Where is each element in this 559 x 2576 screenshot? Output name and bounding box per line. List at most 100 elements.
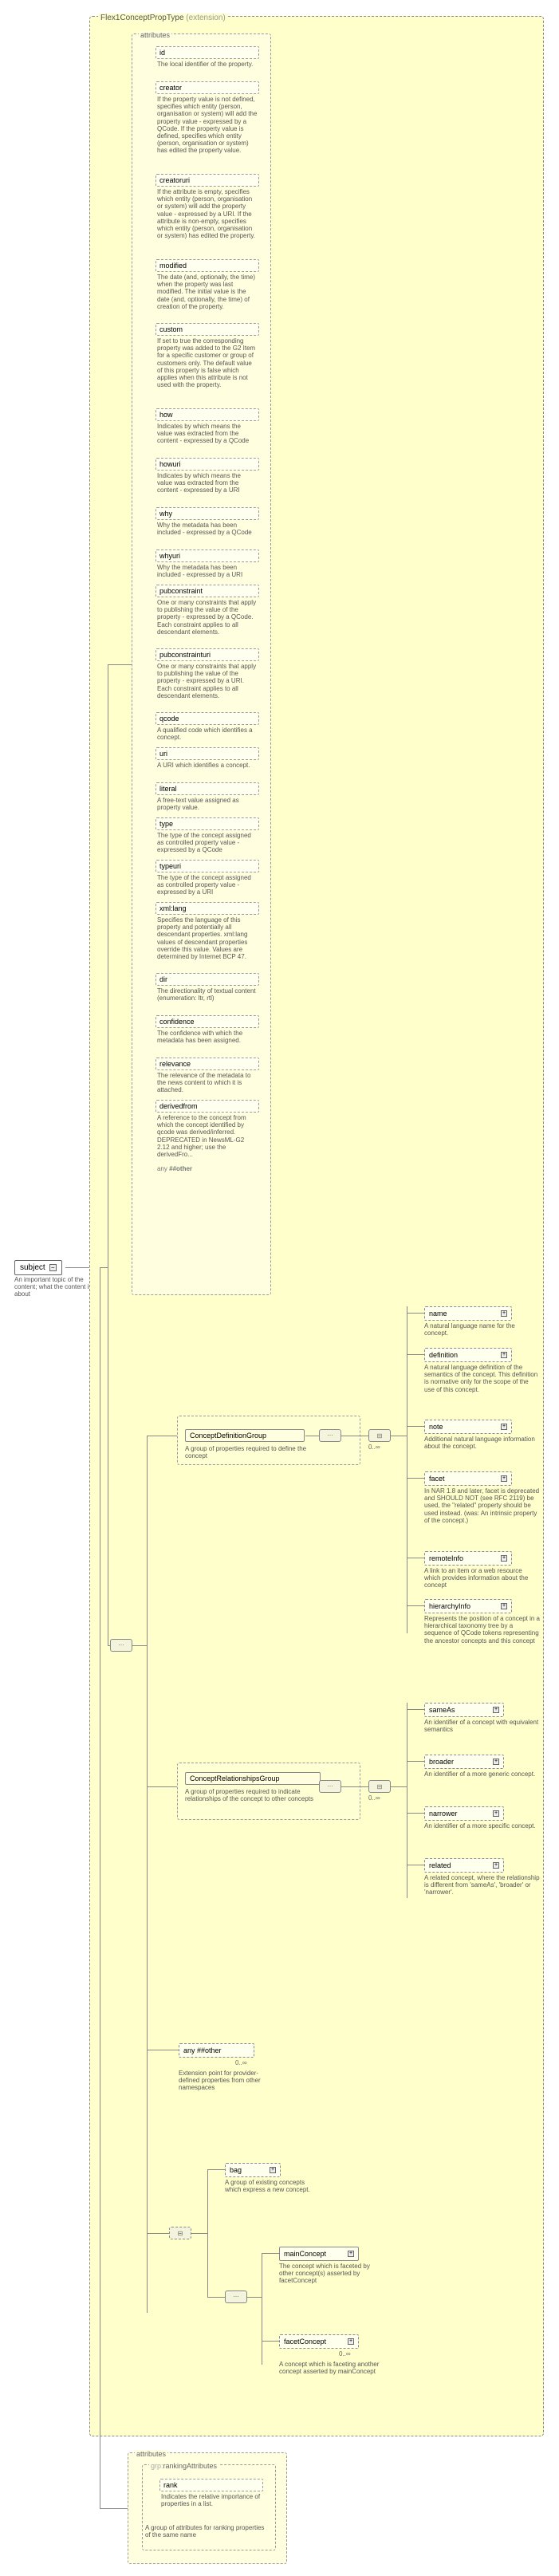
attribute-rank-desc: Indicates the relative importance of pro… <box>159 2491 263 2511</box>
element-desc: Additional natural language information … <box>424 1436 540 1450</box>
cardinality-label: 0..∞ <box>368 1794 380 1802</box>
attribute-howuri[interactable]: howuri <box>155 458 259 471</box>
expand-icon[interactable]: + <box>348 2251 354 2257</box>
element-sameas[interactable]: sameAs+ <box>424 1703 504 1717</box>
attribute-label: creator <box>159 84 182 92</box>
attribute-custom[interactable]: custom <box>155 323 259 336</box>
attribute-dir[interactable]: dir <box>155 973 259 986</box>
element-main-concept-label: mainConcept <box>284 2250 326 2258</box>
element-desc: A natural language definition of the sem… <box>424 1364 540 1393</box>
attribute-desc: The type of the concept assigned as cont… <box>155 872 259 900</box>
expand-icon[interactable]: + <box>493 1810 499 1817</box>
attribute-literal[interactable]: literal <box>155 782 259 795</box>
attribute-rank[interactable]: rank <box>159 2479 263 2491</box>
attribute-confidence[interactable]: confidence <box>155 1015 259 1028</box>
element-bag[interactable]: bag + <box>225 2163 281 2177</box>
attribute-pubconstraint[interactable]: pubconstraint <box>155 585 259 597</box>
any-other-prefix: any ##other <box>155 1164 259 1172</box>
attribute-id[interactable]: id <box>155 46 259 59</box>
element-label: related <box>429 1861 451 1869</box>
ranking-group-desc: A group of attributes for ranking proper… <box>145 2524 269 2539</box>
element-desc: A natural language name for the concept. <box>424 1322 540 1337</box>
attribute-pubconstrainturi[interactable]: pubconstrainturi <box>155 648 259 661</box>
attribute-qcode[interactable]: qcode <box>155 712 259 725</box>
choice-icon: ⊟ <box>169 2227 191 2239</box>
element-label: note <box>429 1423 443 1431</box>
attribute-desc: If set to true the corresponding propert… <box>155 336 259 392</box>
element-main-concept[interactable]: mainConcept + <box>279 2247 359 2261</box>
expand-icon[interactable]: + <box>501 1475 507 1482</box>
attribute-derivedfrom[interactable]: derivedfrom <box>155 1100 259 1113</box>
element-hierarchyinfo[interactable]: hierarchyInfo + <box>424 1599 512 1613</box>
expand-icon[interactable]: + <box>501 1603 507 1609</box>
element-narrower[interactable]: narrower + <box>424 1806 504 1821</box>
expand-icon[interactable]: + <box>270 2167 276 2173</box>
attribute-desc: The local identifier of the property. <box>155 59 259 71</box>
element-subject[interactable]: subject − <box>14 1260 62 1275</box>
attribute-desc: If the property value is not defined, sp… <box>155 94 259 158</box>
attribute-desc: A URI which identifies a concept. <box>155 760 259 772</box>
element-label: definition <box>429 1351 458 1359</box>
element-label: remoteInfo <box>429 1554 463 1562</box>
attribute-creator[interactable]: creator <box>155 81 259 94</box>
concept-definition-group-label[interactable]: ConceptDefinitionGroup <box>185 1429 305 1442</box>
attribute-desc: One or many constraints that apply to pu… <box>155 661 259 703</box>
element-label: hierarchyInfo <box>429 1602 470 1610</box>
element-facet-concept[interactable]: facetConcept + <box>279 2334 359 2349</box>
attribute-desc: If the attribute is empty, specifies whi… <box>155 187 259 242</box>
attribute-desc: Indicates by which means the value was e… <box>155 421 259 448</box>
attribute-desc: The directionality of textual content (e… <box>155 986 259 1005</box>
attribute-how[interactable]: how <box>155 408 259 421</box>
attribute-modified[interactable]: modified <box>155 259 259 272</box>
attribute-typeuri[interactable]: typeuri <box>155 860 259 872</box>
expand-icon[interactable]: + <box>501 1352 507 1358</box>
attribute-relevance[interactable]: relevance <box>155 1058 259 1070</box>
attribute-whyuri[interactable]: whyuri <box>155 549 259 562</box>
attribute-type[interactable]: type <box>155 817 259 830</box>
element-facet[interactable]: facet+ <box>424 1471 512 1486</box>
attribute-label: derivedfrom <box>159 1102 198 1110</box>
element-subject-label: subject <box>20 1263 45 1272</box>
cardinality-label: 0..∞ <box>235 2059 247 2066</box>
expand-icon[interactable]: + <box>493 1759 499 1765</box>
element-related[interactable]: related + <box>424 1858 504 1873</box>
attribute-xml-lang[interactable]: xml:lang <box>155 902 259 915</box>
attribute-label: uri <box>159 750 167 758</box>
concept-relationships-group-label[interactable]: ConceptRelationshipsGroup <box>185 1772 321 1785</box>
attribute-uri[interactable]: uri <box>155 747 259 760</box>
expand-icon[interactable]: + <box>348 2338 354 2345</box>
element-broader[interactable]: broader+ <box>424 1755 504 1769</box>
element-desc: Represents the position of a concept in … <box>424 1615 540 1644</box>
element-note[interactable]: note + <box>424 1420 512 1434</box>
element-desc: An identifier of a more specific concept… <box>424 1822 540 1830</box>
attribute-label: type <box>159 820 173 828</box>
expand-icon[interactable]: + <box>493 1862 499 1869</box>
collapse-icon[interactable]: − <box>49 1264 57 1271</box>
attribute-label: pubconstraint <box>159 587 203 595</box>
attribute-label: whyuri <box>159 552 180 560</box>
element-desc: An identifier of a concept with equivale… <box>424 1719 540 1733</box>
attribute-why[interactable]: why <box>155 507 259 520</box>
attribute-desc: A free-text value assigned as property v… <box>155 795 259 814</box>
element-name[interactable]: name+ <box>424 1306 512 1321</box>
attribute-label: dir <box>159 975 167 983</box>
expand-icon[interactable]: + <box>501 1424 507 1430</box>
element-definition[interactable]: definition + <box>424 1348 512 1362</box>
cardinality-label: 0..∞ <box>368 1444 380 1451</box>
attribute-label: relevance <box>159 1060 191 1068</box>
choice-icon: ⊟ <box>368 1429 391 1442</box>
expand-icon[interactable]: + <box>501 1310 507 1317</box>
attribute-label: custom <box>159 325 183 333</box>
element-desc: In NAR 1.8 and later, facet is deprecate… <box>424 1487 540 1524</box>
element-label: narrower <box>429 1810 458 1818</box>
attribute-desc: One or many constraints that apply to pu… <box>155 597 259 639</box>
expand-icon[interactable]: + <box>501 1555 507 1562</box>
element-remoteinfo[interactable]: remoteInfo + <box>424 1551 512 1566</box>
sequence-icon: ⋯ <box>319 1429 341 1442</box>
attribute-label: confidence <box>159 1018 195 1026</box>
attribute-creatoruri[interactable]: creatoruri <box>155 174 259 187</box>
concept-definition-group-desc: A group of properties required to define… <box>185 1445 309 1459</box>
element-main-concept-desc: The concept which is faceted by other co… <box>279 2263 383 2285</box>
attribute-label: modified <box>159 262 187 270</box>
expand-icon[interactable]: + <box>493 1707 499 1713</box>
